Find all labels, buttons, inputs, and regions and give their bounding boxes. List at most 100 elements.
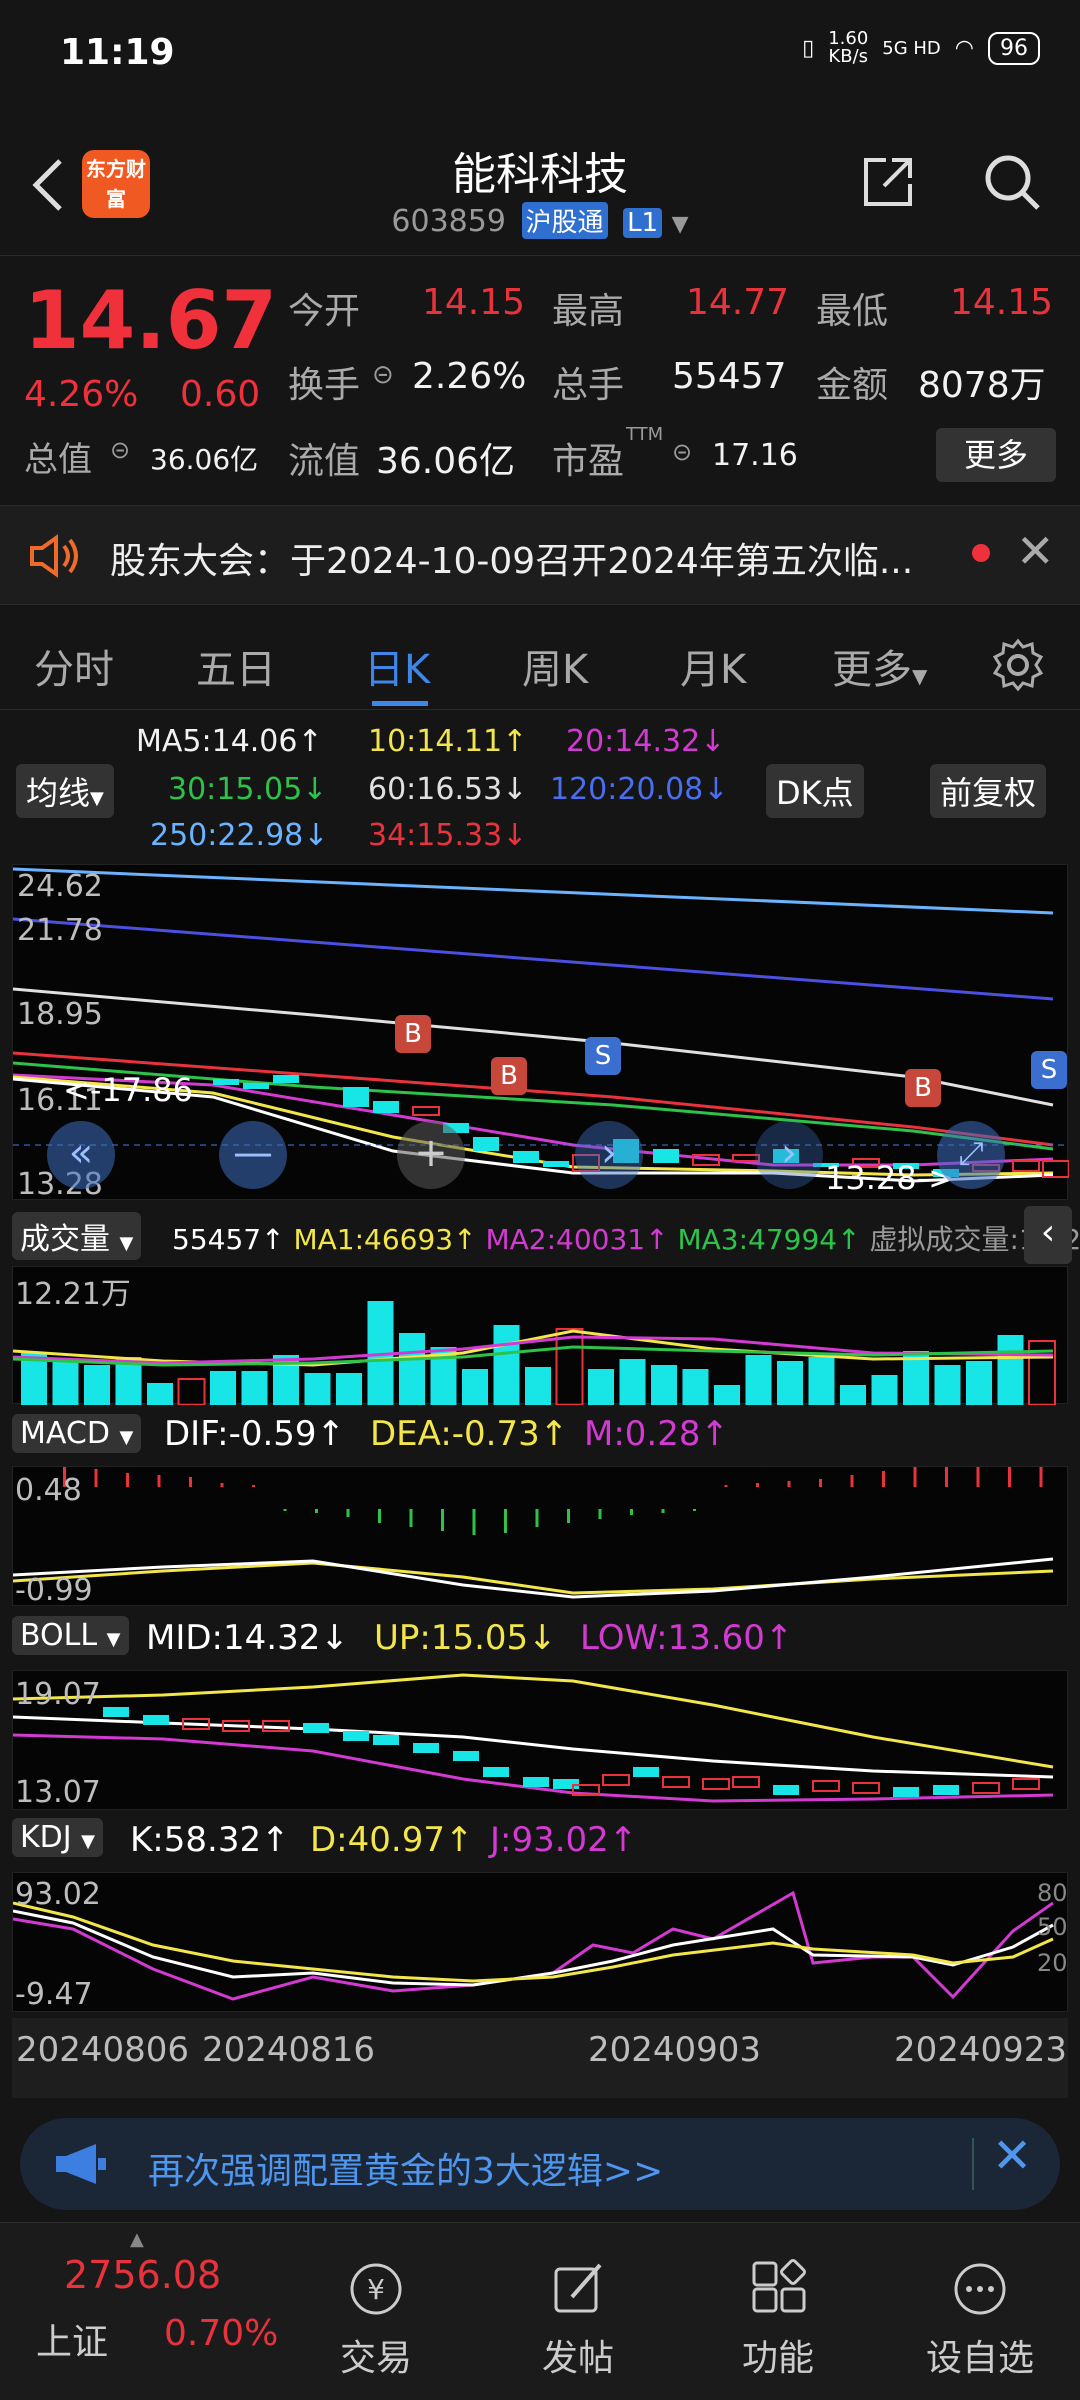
boll-candle xyxy=(633,1767,659,1777)
tab-intraday[interactable]: 分时 xyxy=(34,637,114,695)
expand-caret-icon[interactable]: ▲ xyxy=(130,2229,144,2250)
tab-more-label: 更多 xyxy=(832,647,912,693)
period-tabs: 分时 五日 日K 周K 月K 更多▼ xyxy=(0,615,1080,710)
close-icon[interactable]: ✕ xyxy=(992,2128,1032,2184)
volume-bar xyxy=(651,1365,677,1405)
index-value[interactable]: 2756.08 xyxy=(64,2253,221,2297)
nav-post[interactable]: 发帖 xyxy=(508,2259,648,2381)
tab-weekly-k[interactable]: 周K xyxy=(522,637,588,695)
promo-banner[interactable]: 再次强调配置黄金的3大逻辑>> ✕ xyxy=(20,2118,1060,2210)
kline-chart[interactable]: 24.62 21.78 18.95 16.11 13.28 <-17.86 13… xyxy=(12,864,1069,1202)
next-page-icon[interactable]: › xyxy=(755,1121,823,1189)
notice-text: 股东大会：于2024-10-09召开2024年第五次临... xyxy=(110,541,914,582)
macd-bar xyxy=(220,1483,224,1487)
nav-function[interactable]: 功能 xyxy=(708,2259,848,2381)
sell-marker[interactable]: S xyxy=(1031,1051,1067,1089)
turnover-label: 换手 xyxy=(288,365,361,406)
nav-add-watchlist[interactable]: 设自选 xyxy=(910,2259,1050,2381)
boll-candle xyxy=(413,1743,439,1753)
ma10-legend: 10:14.11↑ xyxy=(368,724,528,759)
tab-monthly-k[interactable]: 月K xyxy=(680,637,746,695)
dropdown-caret-icon: ▼ xyxy=(106,1629,121,1650)
kdj-chart[interactable]: 93.02 -9.47 80 50 20 xyxy=(12,1872,1068,2012)
notice-bar[interactable]: 股东大会：于2024-10-09召开2024年第五次临... ✕ xyxy=(0,505,1080,605)
volume-bar xyxy=(745,1355,772,1405)
kdj-indicator-dropdown[interactable]: KDJ ▼ xyxy=(12,1818,104,1857)
boll-max-label: 19.07 xyxy=(15,1677,101,1712)
boll-candle xyxy=(893,1787,919,1797)
index-name[interactable]: 上证 xyxy=(36,2313,108,2365)
search-icon[interactable] xyxy=(982,152,1042,212)
info-icon[interactable]: ⊝ xyxy=(372,360,394,390)
macd-bar xyxy=(756,1483,759,1487)
macd-bar xyxy=(346,1509,350,1517)
boll-candle xyxy=(1012,1778,1040,1790)
boll-indicator-dropdown[interactable]: BOLL ▼ xyxy=(12,1616,129,1655)
buy-marker[interactable]: B xyxy=(491,1057,527,1095)
change-percent: 4.26% xyxy=(24,374,139,415)
volume-bar xyxy=(840,1385,866,1405)
close-icon[interactable]: ✕ xyxy=(1016,524,1055,578)
macd-bar xyxy=(976,1467,980,1487)
nav-trade[interactable]: ¥ 交易 xyxy=(306,2259,446,2381)
volume-indicator-dropdown[interactable]: 成交量 ▼ xyxy=(12,1212,142,1260)
scroll-right-icon[interactable]: › xyxy=(575,1121,643,1189)
buy-marker[interactable]: B xyxy=(395,1015,431,1053)
change-amount: 0.60 xyxy=(180,374,261,415)
y-axis-label: 24.62 xyxy=(17,869,103,904)
tab-more[interactable]: 更多▼ xyxy=(832,637,927,695)
open-label: 今开 xyxy=(288,291,361,332)
more-button[interactable]: 更多 xyxy=(936,428,1056,482)
date-label: 20240903 xyxy=(588,2030,762,2070)
bottom-nav: ▲ 2756.08 上证 0.70% ¥ 交易 发帖 功能 设自选 xyxy=(0,2222,1080,2400)
kdj-k: K:58.32↑ xyxy=(130,1820,290,1860)
volume-legend: 55457↑ MA1:46693↑ MA2:40031↑ MA3:47994↑ … xyxy=(172,1218,1080,1258)
volume-indicator-label: 成交量 xyxy=(20,1222,110,1257)
amount-value: 8078万 xyxy=(918,365,1046,406)
macd-indicator-dropdown[interactable]: MACD ▼ xyxy=(12,1414,142,1453)
tab-five-day[interactable]: 五日 xyxy=(196,637,276,695)
date-axis: 20240806 20240816 20240903 20240923 xyxy=(12,2018,1068,2098)
volume-bar xyxy=(777,1361,803,1405)
info-icon[interactable]: ⊝ xyxy=(672,438,692,466)
share-icon[interactable] xyxy=(858,152,918,212)
macd-chart[interactable]: 0.48 -0.99 xyxy=(12,1466,1068,1608)
stock-code-row[interactable]: 603859 沪股通 L1 ▼ xyxy=(0,202,1080,239)
candle xyxy=(273,1075,299,1083)
tab-daily-k[interactable]: 日K xyxy=(364,637,430,695)
ma-type-dropdown[interactable]: 均线▼ xyxy=(16,764,114,818)
speaker-icon xyxy=(30,534,78,578)
date-label: 20240923 xyxy=(894,2030,1068,2070)
megaphone-icon xyxy=(56,2144,106,2184)
status-icons: ▯ 1.60 KB/s 5G HD ◠ 96 xyxy=(802,30,1040,66)
boll-chart[interactable]: 19.07 13.07 xyxy=(12,1670,1068,1810)
adjust-button[interactable]: 前复权 xyxy=(930,764,1047,818)
collapse-panel-icon[interactable]: ‹ xyxy=(1024,1206,1072,1264)
candle xyxy=(343,1087,369,1107)
candle xyxy=(543,1161,569,1167)
volume-chart[interactable]: 12.21万 xyxy=(12,1266,1068,1405)
volume-bar xyxy=(210,1371,236,1405)
zoom-out-icon[interactable]: — xyxy=(219,1121,287,1189)
candle xyxy=(653,1149,679,1163)
dropdown-caret-icon: ▼ xyxy=(81,1831,96,1852)
candle xyxy=(1012,1160,1040,1172)
index-percent[interactable]: 0.70% xyxy=(164,2313,278,2354)
boll-candle xyxy=(453,1751,479,1761)
gear-icon[interactable] xyxy=(990,637,1046,693)
buy-marker[interactable]: B xyxy=(905,1069,941,1107)
info-icon[interactable]: ⊝ xyxy=(110,436,130,464)
net-speed: 1.60 KB/s xyxy=(828,30,868,66)
boll-indicator-label: BOLL xyxy=(20,1618,98,1653)
scroll-left-icon[interactable]: « xyxy=(47,1121,115,1189)
zoom-in-icon[interactable]: + xyxy=(397,1121,465,1189)
boll-candle xyxy=(972,1782,1000,1794)
sell-marker[interactable]: S xyxy=(585,1037,621,1075)
dk-point-button[interactable]: DK点 xyxy=(766,764,864,818)
boll-candle xyxy=(812,1780,840,1792)
volume-label: 总手 xyxy=(552,365,625,406)
status-time: 11:19 xyxy=(60,32,175,73)
macd-bar xyxy=(724,1485,728,1487)
float-value: 36.06亿 xyxy=(376,441,516,482)
fullscreen-icon[interactable]: ⤢ xyxy=(937,1121,1005,1189)
